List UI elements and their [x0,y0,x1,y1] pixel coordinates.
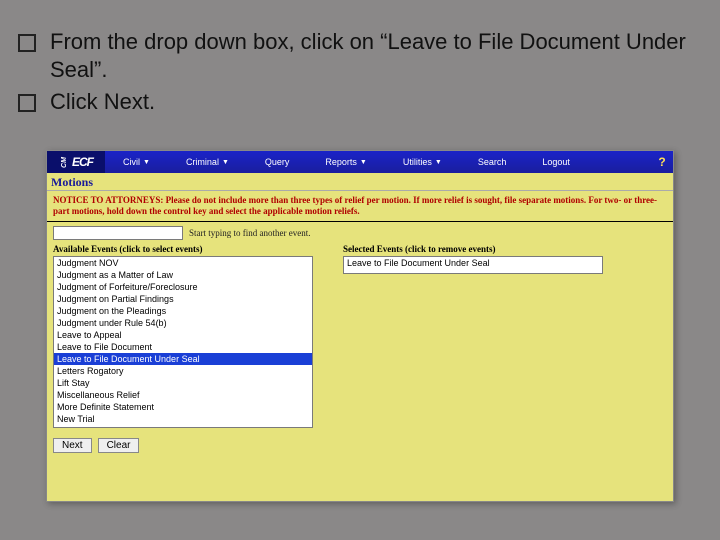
bullet-item: From the drop down box, click on “Leave … [18,28,690,84]
clear-button[interactable]: Clear [98,438,140,453]
event-option[interactable]: Miscellaneous Relief [54,389,312,401]
bullet-text: Click Next. [50,88,155,116]
event-option[interactable]: Order [54,425,312,428]
ecf-window: CM ECF Civil▼ Criminal▼ Query Reports▼ U… [46,150,674,502]
available-events-listbox[interactable]: Judgment NOV Judgment as a Matter of Law… [53,256,313,428]
bullet-text: From the drop down box, click on “Leave … [50,28,690,84]
event-option[interactable]: Leave to Appeal [54,329,312,341]
logo-ecf: ECF [72,155,93,169]
event-search-input[interactable] [53,226,183,240]
event-option[interactable]: Judgment under Rule 54(b) [54,317,312,329]
event-option[interactable]: New Trial [54,413,312,425]
menu-reports[interactable]: Reports▼ [307,151,384,173]
event-option[interactable]: Judgment as a Matter of Law [54,269,312,281]
event-option[interactable]: More Definite Statement [54,401,312,413]
attorney-notice: NOTICE TO ATTORNEYS: Please do not inclu… [47,191,673,219]
divider [47,221,673,222]
menu-utilities[interactable]: Utilities▼ [385,151,460,173]
page-title: Motions [47,173,673,191]
menu-civil[interactable]: Civil▼ [105,151,168,173]
menu-query[interactable]: Query [247,151,308,173]
chevron-down-icon: ▼ [143,159,150,166]
event-option[interactable]: Judgment on Partial Findings [54,293,312,305]
bullet-item: Click Next. [18,88,690,116]
event-option[interactable]: Judgment NOV [54,257,312,269]
bullet-marker [18,34,36,52]
menu-logout[interactable]: Logout [524,151,588,173]
menu-search[interactable]: Search [460,151,525,173]
event-option-selected[interactable]: Leave to File Document Under Seal [54,353,312,365]
selected-events-listbox[interactable]: Leave to File Document Under Seal [343,256,603,274]
ecf-navbar: CM ECF Civil▼ Criminal▼ Query Reports▼ U… [47,151,673,173]
chevron-down-icon: ▼ [360,159,367,166]
bullet-marker [18,94,36,112]
event-option[interactable]: Lift Stay [54,377,312,389]
event-search-row: Start typing to find another event. [47,226,673,244]
chevron-down-icon: ▼ [435,159,442,166]
instruction-list: From the drop down box, click on “Leave … [18,28,690,120]
logo-cm: CM [61,157,68,168]
selected-events-heading: Selected Events (click to remove events) [343,244,603,254]
menu-criminal[interactable]: Criminal▼ [168,151,247,173]
available-events-heading: Available Events (click to select events… [53,244,313,254]
event-option[interactable]: Judgment on the Pleadings [54,305,312,317]
event-search-label: Start typing to find another event. [189,228,310,238]
help-icon[interactable]: ? [651,155,673,169]
event-option[interactable]: Judgment of Forfeiture/Foreclosure [54,281,312,293]
event-option[interactable]: Leave to File Document [54,341,312,353]
ecf-menu: Civil▼ Criminal▼ Query Reports▼ Utilitie… [105,151,651,173]
chevron-down-icon: ▼ [222,159,229,166]
selected-event-option[interactable]: Leave to File Document Under Seal [344,257,602,269]
ecf-logo: CM ECF [47,151,105,173]
event-option[interactable]: Letters Rogatory [54,365,312,377]
next-button[interactable]: Next [53,438,92,453]
